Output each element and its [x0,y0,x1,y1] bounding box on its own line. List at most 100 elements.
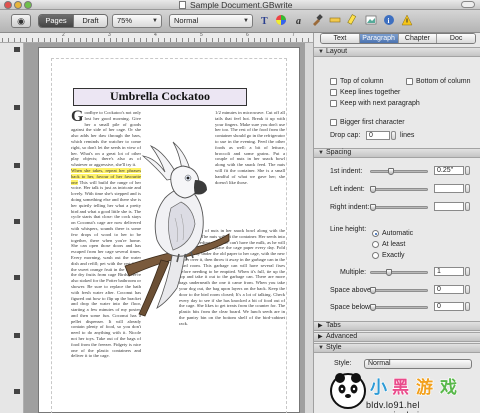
ruler-number: 4 [154,33,157,38]
indent-marker-icon[interactable] [14,163,20,168]
drop-cap-label: Drop cap: [330,132,361,139]
section-style-header[interactable]: ▼ Style [314,343,480,353]
vertical-ruler [0,43,24,413]
drop-cap-field[interactable]: 0 [366,131,390,140]
right-indent-slider-knob[interactable] [370,204,376,211]
space-above-stepper[interactable] [465,285,470,294]
section-layout-header[interactable]: ▼ Layout [314,47,480,57]
indent-marker-icon[interactable] [14,219,20,224]
section-advanced-header[interactable]: ▶ Advanced [314,332,480,342]
text-tool-icon[interactable]: T [258,14,272,28]
toolbar-toggle-button[interactable] [461,1,475,8]
svg-text:小: 小 [370,378,387,398]
tab-text[interactable]: Text [321,34,359,43]
inspector-panel: Text Paragraph Chapter Doc ▼ Layout Top … [313,33,480,413]
cockatoo-illustration[interactable] [121,138,231,318]
bigger-first-character-checkbox[interactable] [330,119,337,126]
first-indent-slider[interactable] [370,170,428,173]
indent-marker-icon[interactable] [14,333,20,338]
space-below-slider[interactable] [370,306,428,309]
paragraph-style-popup[interactable]: Normal ▼ [169,14,253,28]
line-height-automatic-radio[interactable] [372,230,379,237]
close-window-button[interactable] [4,1,12,9]
space-below-label: Space below: [330,304,373,311]
line-height-exactly-radio[interactable] [372,252,379,259]
disclosure-triangle-icon: ▼ [318,345,324,351]
article-title[interactable]: Umbrella Cockatoo [73,88,247,106]
ruler-icon[interactable] [328,14,342,28]
disclosure-triangle-icon: ▼ [318,49,324,55]
drop-cap-stepper[interactable] [391,131,396,140]
indent-marker-icon[interactable] [14,105,20,110]
view-mode-pages[interactable]: Pages [39,15,73,27]
tab-paragraph[interactable]: Paragraph [358,34,398,43]
warning-icon[interactable] [400,14,414,28]
eye-icon[interactable]: ◉ [11,14,31,28]
space-below-slider-knob[interactable] [370,304,376,311]
toolbar: ◉ Pages Draft 75% ▼ Normal ▼ T a i [0,10,480,33]
multiple-slider[interactable] [370,271,428,274]
minimize-window-button[interactable] [14,1,22,9]
space-below-stepper[interactable] [465,302,470,311]
left-indent-slider[interactable] [370,188,428,191]
paintbrush-icon[interactable] [310,14,324,28]
color-wheel-icon[interactable] [274,14,288,28]
first-indent-slider-knob[interactable] [388,168,395,175]
indent-marker-icon[interactable] [14,47,20,52]
bottom-of-column-label: Bottom of column [416,78,471,85]
line-height-at-least-radio[interactable] [372,241,379,248]
italic-tool-icon[interactable]: a [292,14,306,28]
document-canvas[interactable]: Umbrella Cockatoo Goodbye to Cockatoo's … [24,43,305,413]
left-indent-label: Left indent: [330,186,365,193]
section-spacing-header[interactable]: ▼ Spacing [314,148,480,158]
left-indent-slider-knob[interactable] [370,186,376,193]
zoom-window-button[interactable] [24,1,32,9]
indent-marker-icon[interactable] [14,389,20,394]
watermark-url: bldv.lo91.hel www.xiaohei.com [366,400,440,413]
inspector-icon[interactable]: i [382,14,396,28]
chevron-down-icon: ▼ [152,18,158,24]
tab-chapter[interactable]: Chapter [397,34,437,43]
zoom-value: 75% [117,16,133,25]
left-indent-stepper[interactable] [465,184,470,193]
bottom-of-column-checkbox[interactable] [406,78,413,85]
space-above-field[interactable]: 0 [434,285,464,294]
first-indent-label: 1st indent: [330,168,363,175]
top-of-column-checkbox[interactable] [330,78,337,85]
multiple-label: Multiple: [340,269,367,276]
section-tabs-header[interactable]: ▶ Tabs [314,321,480,331]
tab-doc[interactable]: Doc [436,34,475,43]
first-indent-field[interactable]: 0.25" [434,166,464,175]
first-indent-stepper[interactable] [465,166,470,175]
left-indent-field[interactable] [434,184,464,193]
zoom-popup[interactable]: 75% ▼ [112,14,162,28]
drop-cap: G [71,110,84,125]
right-indent-stepper[interactable] [465,202,470,211]
multiple-stepper[interactable] [465,267,470,276]
highlighter-icon[interactable] [346,14,360,28]
line-height-at-least-label: At least [382,241,406,248]
horizontal-ruler[interactable]: 2 3 4 5 6 7 [0,33,313,43]
image-icon[interactable] [364,14,378,28]
space-above-slider-knob[interactable] [370,287,376,294]
multiple-field[interactable]: 1 [434,267,464,276]
view-mode-draft[interactable]: Draft [73,15,107,27]
space-above-slider[interactable] [370,289,428,292]
space-above-label: Space above: [330,287,373,294]
ruler-number: 5 [200,33,203,38]
right-indent-field[interactable] [434,202,464,211]
document-page[interactable]: Umbrella Cockatoo Goodbye to Cockatoo's … [38,47,300,413]
chevron-down-icon: ▼ [243,18,249,24]
line-height-label: Line height: [330,226,367,233]
multiple-slider-knob[interactable] [385,269,392,276]
space-below-field[interactable]: 0 [434,302,464,311]
keep-lines-together-checkbox[interactable] [330,89,337,96]
keep-with-next-checkbox[interactable] [330,100,337,107]
section-title: Layout [326,48,348,55]
document-icon [179,1,186,9]
paragraph-style-value: Normal [174,16,199,25]
right-indent-slider[interactable] [370,206,428,209]
bigger-first-character-label: Bigger first character [340,119,405,126]
indent-marker-icon[interactable] [14,275,20,280]
svg-text:T: T [261,16,268,26]
